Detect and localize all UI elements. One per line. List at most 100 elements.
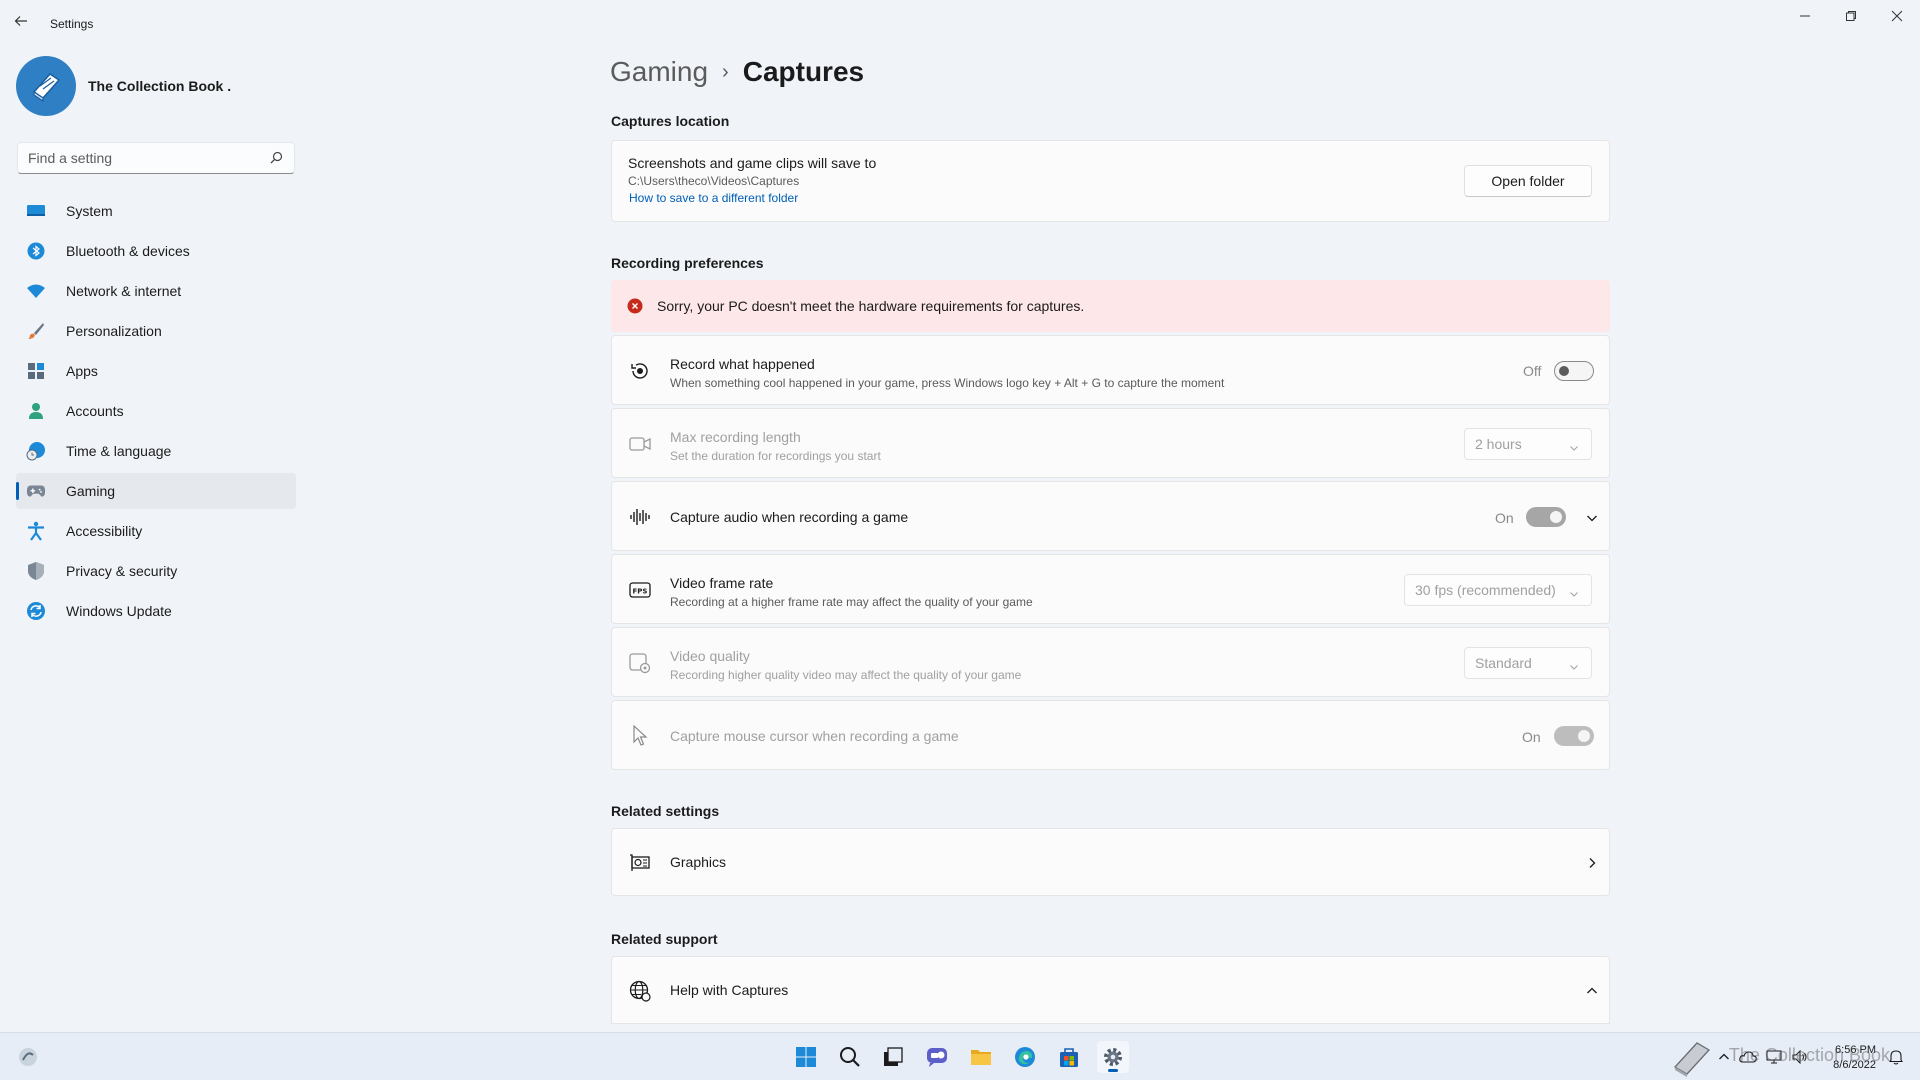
chevron-up-icon[interactable] [1586, 984, 1598, 1002]
different-folder-link[interactable]: How to save to a different folder [629, 191, 798, 205]
search-box[interactable] [17, 142, 295, 174]
clock-time: 6:56 PM [1835, 1044, 1876, 1056]
person-icon [26, 401, 46, 421]
controller-icon [26, 481, 46, 501]
search-icon[interactable] [270, 151, 284, 165]
onedrive-cloud-icon[interactable] [1736, 1041, 1760, 1073]
settings-gear-icon[interactable] [1097, 1041, 1129, 1073]
video-frame-rate-subtitle: Recording at a higher frame rate may aff… [670, 595, 1033, 609]
chevron-down-icon [1569, 440, 1579, 451]
sidebar-item-label: Privacy & security [66, 563, 178, 579]
max-recording-length-row: Max recording length Set the duration fo… [611, 408, 1610, 478]
capture-audio-title: Capture audio when recording a game [670, 509, 909, 525]
toggle-state-label: Off [1523, 363, 1542, 379]
system-icon [26, 201, 46, 221]
video-camera-icon [628, 432, 652, 456]
record-what-happened-subtitle: When something cool happened in your gam… [670, 376, 1225, 390]
settings-window: Settings The Collection Book . Find a se… [0, 0, 1920, 1032]
globe-clock-icon [26, 441, 46, 461]
mouse-cursor-icon [628, 724, 652, 748]
bluetooth-icon [26, 241, 46, 261]
volume-icon[interactable] [1788, 1041, 1812, 1073]
book-logo-icon [1668, 1041, 1714, 1077]
sidebar-item-network[interactable]: Network & internet [16, 273, 296, 309]
search-icon[interactable] [834, 1041, 866, 1073]
video-quality-dropdown[interactable]: Standard [1464, 647, 1592, 679]
profile[interactable]: The Collection Book . [16, 56, 231, 116]
sidebar-item-label: Accounts [66, 403, 124, 419]
brush-icon [26, 321, 46, 341]
sidebar-item-label: Accessibility [66, 523, 143, 539]
sidebar-item-gaming[interactable]: Gaming [16, 473, 296, 509]
audio-waveform-icon [628, 505, 652, 529]
sidebar-item-system[interactable]: System [16, 193, 296, 229]
video-frame-rate-title: Video frame rate [670, 575, 774, 591]
sidebar-item-label: Gaming [66, 483, 116, 499]
chevron-down-icon [1569, 659, 1579, 670]
globe-help-icon [628, 979, 652, 1003]
record-what-happened-title: Record what happened [670, 356, 815, 372]
breadcrumb-parent[interactable]: Gaming [610, 56, 708, 88]
chevron-down-icon[interactable] [1586, 511, 1598, 529]
update-icon [26, 601, 46, 621]
video-quality-title: Video quality [670, 648, 750, 664]
section-related-support: Related support [611, 931, 718, 947]
svg-text:FPS: FPS [633, 588, 648, 596]
clock[interactable]: 6:56 PM 8/6/2022 [1833, 1043, 1876, 1073]
section-recording-preferences: Recording preferences [611, 255, 764, 271]
sidebar-item-windows-update[interactable]: Windows Update [16, 593, 296, 629]
task-view-icon[interactable] [877, 1041, 909, 1073]
shield-icon [26, 561, 46, 581]
fps-icon: FPS [628, 578, 652, 602]
video-quality-row: Video quality Recording higher quality v… [611, 627, 1610, 697]
sidebar-nav: System Bluetooth & devices Network & int… [16, 193, 296, 633]
sidebar-item-label: Apps [66, 363, 98, 379]
chevron-right-icon: › [722, 60, 729, 83]
minimize-button[interactable] [1782, 0, 1828, 32]
close-button[interactable] [1874, 0, 1920, 32]
dropdown-value: Standard [1475, 655, 1532, 671]
record-what-happened-toggle[interactable] [1554, 361, 1594, 381]
restore-button[interactable] [1828, 0, 1874, 32]
sidebar-item-time-language[interactable]: Time & language [16, 433, 296, 469]
max-recording-length-dropdown[interactable]: 2 hours [1464, 428, 1592, 460]
file-explorer-icon[interactable] [965, 1041, 997, 1073]
capture-mouse-cursor-toggle[interactable] [1554, 726, 1594, 746]
sidebar-item-accounts[interactable]: Accounts [16, 393, 296, 429]
apps-icon [26, 361, 46, 381]
max-recording-length-title: Max recording length [670, 429, 801, 445]
book-icon [32, 73, 61, 103]
chevron-right-icon [1586, 856, 1598, 874]
widgets-icon[interactable] [12, 1041, 44, 1073]
sidebar-item-label: Windows Update [66, 603, 172, 619]
sidebar-item-privacy[interactable]: Privacy & security [16, 553, 296, 589]
error-message: Sorry, your PC doesn't meet the hardware… [657, 298, 1085, 314]
sidebar-item-apps[interactable]: Apps [16, 353, 296, 389]
capture-mouse-cursor-title: Capture mouse cursor when recording a ga… [670, 728, 959, 744]
open-folder-button[interactable]: Open folder [1464, 165, 1592, 197]
back-arrow-icon[interactable] [14, 14, 34, 34]
capture-audio-row[interactable]: Capture audio when recording a game On [611, 481, 1610, 551]
help-with-captures-row[interactable]: Help with Captures [611, 956, 1610, 1024]
error-banner: Sorry, your PC doesn't meet the hardware… [611, 280, 1610, 332]
chat-icon[interactable] [921, 1041, 953, 1073]
edge-icon[interactable] [1009, 1041, 1041, 1073]
page-title: Captures [742, 56, 865, 87]
capture-audio-toggle[interactable] [1526, 507, 1566, 527]
error-icon [627, 298, 643, 319]
sidebar-item-personalization[interactable]: Personalization [16, 313, 296, 349]
captures-location-title: Screenshots and game clips will save to [628, 155, 877, 171]
sidebar-item-accessibility[interactable]: Accessibility [16, 513, 296, 549]
microsoft-store-icon[interactable] [1053, 1041, 1085, 1073]
start-icon[interactable] [790, 1041, 822, 1073]
taskbar: 6:56 PM 8/6/2022 The Collection Book [0, 1032, 1920, 1080]
chevron-up-icon[interactable] [1714, 1041, 1734, 1073]
search-input[interactable] [18, 143, 258, 173]
video-frame-rate-dropdown[interactable]: 30 fps (recommended) [1404, 574, 1592, 606]
sidebar-item-bluetooth[interactable]: Bluetooth & devices [16, 233, 296, 269]
title-bar: Settings [0, 0, 1920, 48]
graphics-row[interactable]: Graphics [611, 828, 1610, 896]
sidebar-item-label: Time & language [66, 443, 172, 459]
display-icon[interactable] [1762, 1041, 1786, 1073]
notification-bell-icon[interactable] [1884, 1041, 1908, 1073]
